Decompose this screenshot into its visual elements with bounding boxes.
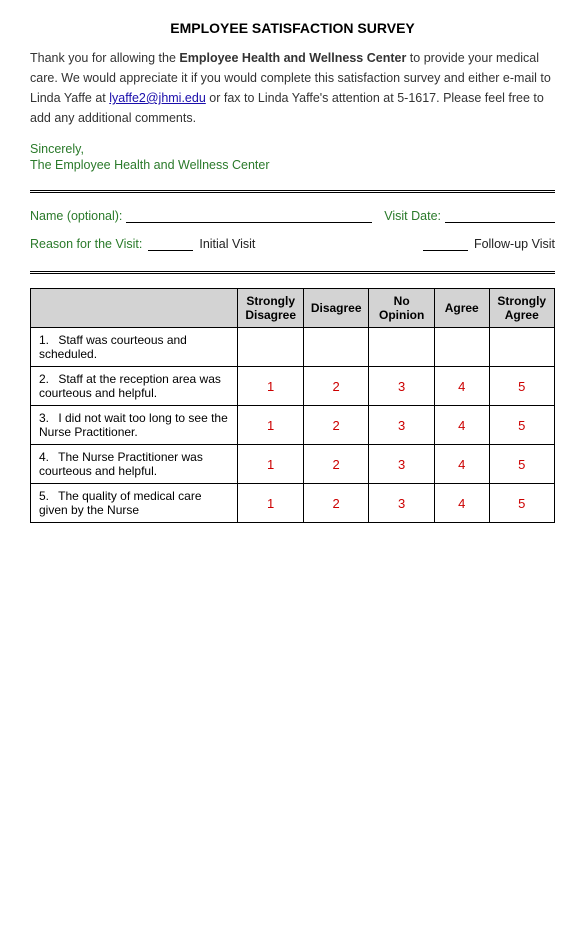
visit-row: Reason for the Visit: Initial Visit Foll… — [30, 235, 555, 251]
col-header-question — [31, 289, 238, 328]
answer-5-4[interactable]: 4 — [434, 484, 489, 523]
answer-3-1[interactable]: 1 — [238, 406, 304, 445]
answer-4-3[interactable]: 3 — [369, 445, 435, 484]
col-header-agree: Agree — [434, 289, 489, 328]
question-cell-2: 2. Staff at the reception area was court… — [31, 367, 238, 406]
question-cell-4: 4. The Nurse Practitioner was courteous … — [31, 445, 238, 484]
name-label: Name (optional): — [30, 209, 122, 223]
answer-1-5[interactable] — [489, 328, 555, 367]
visit-date-line[interactable] — [445, 207, 555, 223]
org-name-text: The Employee Health and Wellness Center — [30, 158, 555, 172]
top-divider — [30, 190, 555, 193]
followup-visit-text: Follow-up Visit — [474, 237, 555, 251]
answer-4-4[interactable]: 4 — [434, 445, 489, 484]
question-cell-3: 3. I did not wait too long to see the Nu… — [31, 406, 238, 445]
answer-5-2[interactable]: 2 — [303, 484, 369, 523]
table-row: 1. Staff was courteous and scheduled. — [31, 328, 555, 367]
answer-3-4[interactable]: 4 — [434, 406, 489, 445]
answer-4-1[interactable]: 1 — [238, 445, 304, 484]
answer-4-5[interactable]: 5 — [489, 445, 555, 484]
org-name-bold: Employee Health and Wellness Center — [179, 51, 406, 65]
table-row: 2. Staff at the reception area was court… — [31, 367, 555, 406]
answer-5-1[interactable]: 1 — [238, 484, 304, 523]
answer-3-2[interactable]: 2 — [303, 406, 369, 445]
answer-5-5[interactable]: 5 — [489, 484, 555, 523]
answer-2-2[interactable]: 2 — [303, 367, 369, 406]
survey-table: Strongly Disagree Disagree No Opinion Ag… — [30, 288, 555, 523]
answer-2-3[interactable]: 3 — [369, 367, 435, 406]
email-link[interactable]: lyaffe2@jhmi.edu — [109, 91, 206, 105]
col-header-disagree: Disagree — [303, 289, 369, 328]
answer-2-4[interactable]: 4 — [434, 367, 489, 406]
intro-part1: Thank you for allowing the — [30, 51, 179, 65]
name-row: Name (optional): Visit Date: — [30, 207, 555, 223]
answer-1-2[interactable] — [303, 328, 369, 367]
answer-2-5[interactable]: 5 — [489, 367, 555, 406]
initial-visit-line[interactable] — [148, 235, 193, 251]
reason-label: Reason for the Visit: — [30, 237, 142, 251]
col-header-strongly-disagree: Strongly Disagree — [238, 289, 304, 328]
page-title: EMPLOYEE SATISFACTION SURVEY — [30, 20, 555, 36]
intro-text: Thank you for allowing the Employee Heal… — [30, 48, 555, 128]
answer-4-2[interactable]: 2 — [303, 445, 369, 484]
initial-visit-text: Initial Visit — [199, 237, 255, 251]
answer-1-4[interactable] — [434, 328, 489, 367]
col-header-strongly-agree: Strongly Agree — [489, 289, 555, 328]
table-header-row: Strongly Disagree Disagree No Opinion Ag… — [31, 289, 555, 328]
followup-visit-line[interactable] — [423, 235, 468, 251]
answer-3-5[interactable]: 5 — [489, 406, 555, 445]
answer-1-1[interactable] — [238, 328, 304, 367]
visit-date-label: Visit Date: — [384, 209, 441, 223]
col-header-no-opinion: No Opinion — [369, 289, 435, 328]
sincerely-text: Sincerely, — [30, 142, 555, 156]
bottom-divider — [30, 271, 555, 274]
answer-1-3[interactable] — [369, 328, 435, 367]
question-cell-1: 1. Staff was courteous and scheduled. — [31, 328, 238, 367]
question-cell-5: 5. The quality of medical care given by … — [31, 484, 238, 523]
table-row: 3. I did not wait too long to see the Nu… — [31, 406, 555, 445]
answer-2-1[interactable]: 1 — [238, 367, 304, 406]
answer-3-3[interactable]: 3 — [369, 406, 435, 445]
answer-5-3[interactable]: 3 — [369, 484, 435, 523]
name-input-line[interactable] — [126, 207, 372, 223]
table-row: 5. The quality of medical care given by … — [31, 484, 555, 523]
table-row: 4. The Nurse Practitioner was courteous … — [31, 445, 555, 484]
